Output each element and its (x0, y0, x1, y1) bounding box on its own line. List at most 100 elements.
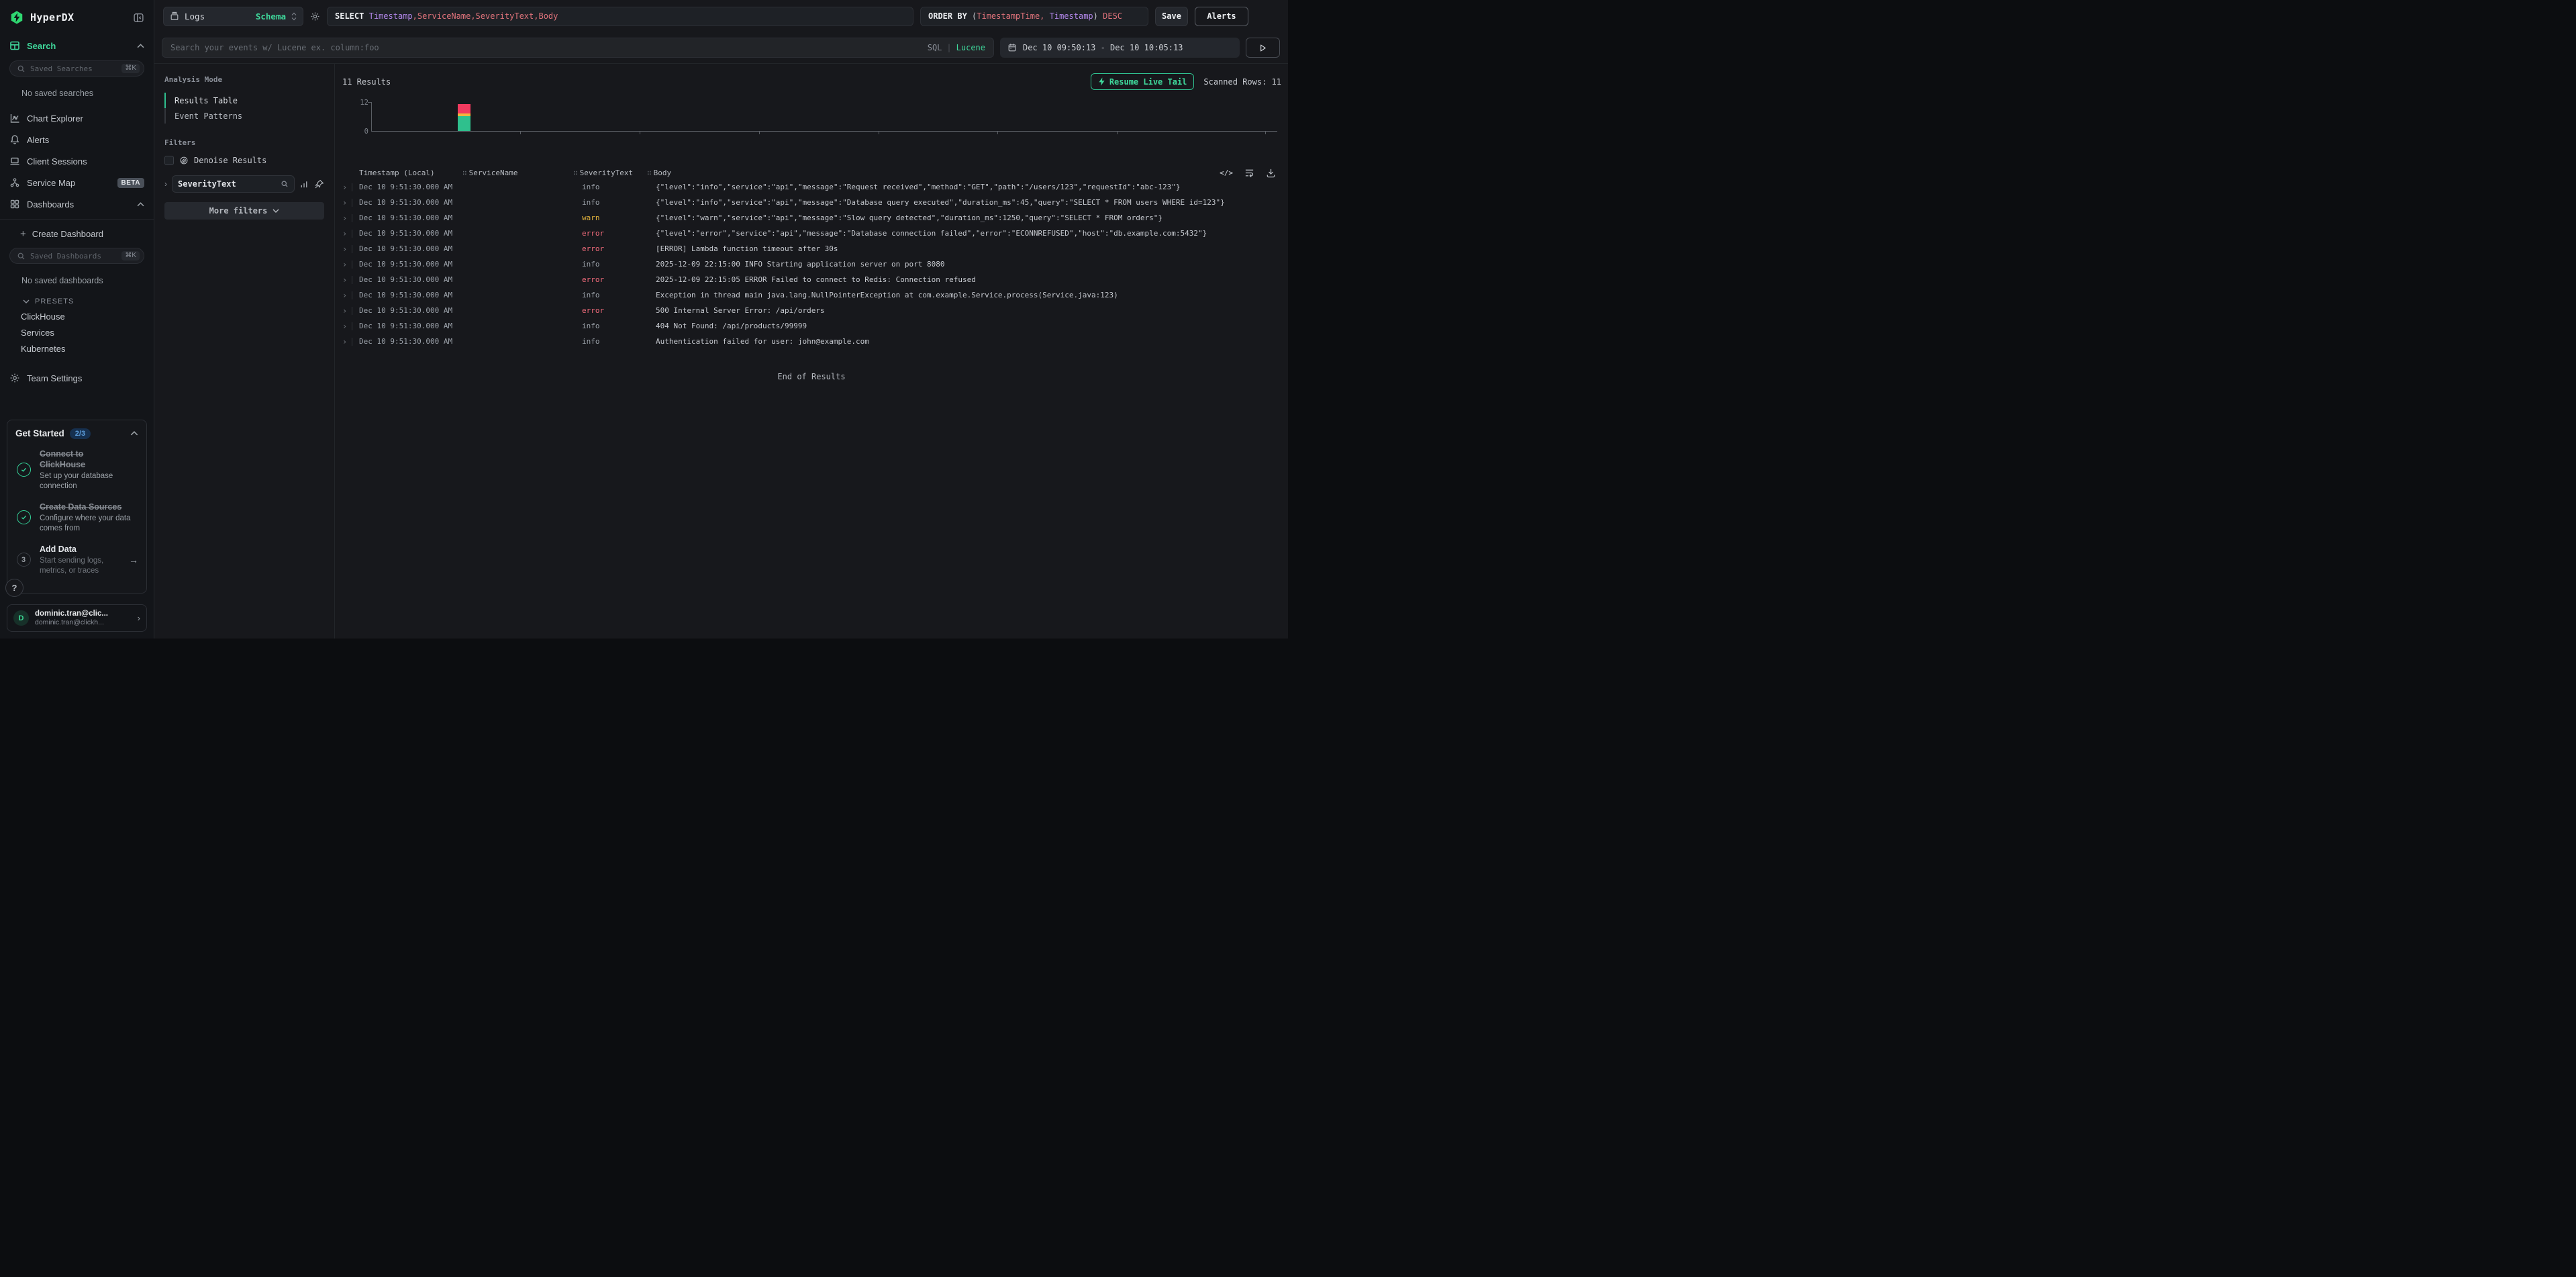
get-started-title: Get Started (15, 428, 64, 438)
sidebar-item-team-settings[interactable]: Team Settings (0, 367, 154, 389)
resume-live-tail-button[interactable]: Resume Live Tail (1091, 73, 1195, 90)
chevron-up-icon[interactable] (137, 202, 144, 207)
presets-toggle[interactable]: PRESETS (0, 295, 154, 308)
row-severity: error (582, 244, 656, 253)
chevron-up-icon[interactable] (137, 44, 144, 48)
get-started-header[interactable]: Get Started 2/3 (15, 428, 138, 439)
step-title: Connect to ClickHouse (40, 448, 131, 471)
select-columns-input[interactable]: SELECT Timestamp ,ServiceName,SeverityTe… (327, 7, 913, 26)
analysis-mode-option[interactable]: Results Table (164, 93, 324, 108)
sidebar-item-service-map[interactable]: Service Map BETA (0, 172, 154, 193)
save-button[interactable]: Save (1155, 7, 1188, 26)
drag-handle-icon[interactable]: ∷ (647, 169, 651, 177)
get-started-step[interactable]: 3 Add Data Start sending logs, metrics, … (15, 544, 138, 575)
table-row[interactable]: › Dec 10 9:51:30.000 AM error 2025-12-09… (335, 272, 1288, 287)
order-by-input[interactable]: ORDER BY (TimestampTime, Timestamp) DESC (920, 7, 1148, 26)
help-button[interactable]: ? (5, 579, 23, 597)
table-row[interactable]: › Dec 10 9:51:30.000 AM info Authenticat… (335, 334, 1288, 349)
chevron-right-icon: › (138, 613, 140, 623)
row-severity: error (582, 229, 656, 238)
row-expand-icon[interactable]: › (342, 338, 347, 346)
row-expand-icon[interactable]: › (342, 214, 347, 222)
severity-field-search[interactable]: SeverityText (172, 175, 295, 193)
chevron-up-icon[interactable] (130, 431, 138, 436)
row-expand-icon[interactable]: › (342, 307, 347, 315)
row-expand-icon[interactable]: › (342, 291, 347, 299)
alerts-button[interactable]: Alerts (1195, 7, 1248, 26)
denoise-checkbox[interactable] (164, 156, 174, 165)
column-header-servicename[interactable]: ∷ServiceName (471, 169, 582, 177)
text-wrap-icon[interactable] (1244, 168, 1254, 178)
table-row[interactable]: › Dec 10 9:51:30.000 AM info 404 Not Fou… (335, 318, 1288, 334)
chevron-right-icon[interactable]: › (164, 179, 167, 189)
create-dashboard-button[interactable]: + Create Dashboard (0, 224, 154, 244)
drag-handle-icon[interactable]: ∷ (462, 169, 466, 177)
pin-icon[interactable] (314, 179, 324, 189)
row-expand-icon[interactable]: › (342, 245, 347, 253)
sidebar-item-chart-explorer[interactable]: Chart Explorer (0, 107, 154, 129)
bar-chart-icon[interactable] (299, 179, 309, 189)
results-count: 11 Results (342, 77, 391, 87)
sql-toggle[interactable]: SQL (928, 43, 942, 52)
order-by-col1: TimestampTime, (977, 11, 1044, 21)
chart-bar[interactable] (458, 104, 470, 131)
run-query-button[interactable] (1246, 38, 1280, 58)
sidebar-item-client-sessions[interactable]: Client Sessions (0, 150, 154, 172)
row-expand-icon[interactable]: › (342, 276, 347, 284)
sidebar-item-dashboards[interactable]: Dashboards (0, 193, 154, 215)
shortcut-badge: ⌘K (121, 64, 140, 73)
get-started-step[interactable]: Create Data Sources Configure where your… (15, 502, 138, 533)
more-filters-button[interactable]: More filters (164, 202, 324, 220)
row-expand-icon[interactable]: › (342, 261, 347, 269)
code-view-icon[interactable]: </> (1220, 169, 1233, 177)
column-header-body[interactable]: ∷Body (656, 169, 1288, 177)
preset-dashboard-item[interactable]: Services (0, 324, 154, 340)
lucene-toggle[interactable]: Lucene (956, 43, 985, 52)
drag-handle-icon[interactable]: ∷ (573, 169, 577, 177)
table-row[interactable]: › Dec 10 9:51:30.000 AM info {"level":"i… (335, 195, 1288, 210)
preset-dashboard-item[interactable]: ClickHouse (0, 308, 154, 324)
sidebar-item-alerts[interactable]: Alerts (0, 129, 154, 150)
row-expand-icon[interactable]: › (342, 322, 347, 330)
column-header-timestamp[interactable]: Timestamp (Local) (359, 169, 471, 177)
table-row[interactable]: › Dec 10 9:51:30.000 AM error 500 Intern… (335, 303, 1288, 318)
denoise-icon (179, 156, 189, 165)
saved-searches-input[interactable]: Saved Searches ⌘K (9, 60, 144, 77)
sidebar-item-search[interactable]: Search (0, 35, 154, 56)
schema-toggle[interactable]: Schema (256, 11, 286, 21)
table-row[interactable]: › Dec 10 9:51:30.000 AM error [ERROR] La… (335, 241, 1288, 256)
no-saved-dashboards: No saved dashboards (0, 276, 154, 285)
download-icon[interactable] (1266, 168, 1276, 178)
progress-badge: 2/3 (70, 428, 91, 439)
table-row[interactable]: › Dec 10 9:51:30.000 AM info {"level":"i… (335, 179, 1288, 195)
lucene-search-input[interactable]: Search your events w/ Lucene ex. column:… (162, 38, 994, 58)
row-expand-icon[interactable]: › (342, 183, 347, 191)
get-started-step[interactable]: Connect to ClickHouse Set up your databa… (15, 448, 138, 491)
preset-dashboard-item[interactable]: Kubernetes (0, 340, 154, 357)
analysis-mode-option[interactable]: Event Patterns (164, 108, 324, 124)
row-severity: warn (582, 214, 656, 222)
saved-dashboards-placeholder: Saved Dashboards (30, 252, 117, 261)
saved-dashboards-input[interactable]: Saved Dashboards ⌘K (9, 248, 144, 264)
column-header-severitytext[interactable]: ∷SeverityText (582, 169, 656, 177)
row-expand-icon[interactable]: › (342, 230, 347, 238)
calendar-icon (1007, 43, 1017, 52)
query-toolbar: Logs Schema SELECT Timestamp ,ServiceNam… (154, 0, 1288, 32)
step-subtitle: Set up your database connection (40, 471, 131, 491)
source-settings-gear-icon[interactable] (310, 11, 320, 21)
order-by-paren-close: ) (1093, 11, 1098, 21)
table-row[interactable]: › Dec 10 9:51:30.000 AM info Exception i… (335, 287, 1288, 303)
row-severity: info (582, 291, 656, 299)
source-selector[interactable]: Logs Schema (163, 7, 303, 26)
table-row[interactable]: › Dec 10 9:51:30.000 AM warn {"level":"w… (335, 210, 1288, 226)
user-account-button[interactable]: D dominic.tran@clic... dominic.tran@clic… (7, 604, 147, 632)
row-severity: info (582, 337, 656, 346)
date-range-picker[interactable]: Dec 10 09:50:13 - Dec 10 10:05:13 (1000, 38, 1240, 58)
table-row[interactable]: › Dec 10 9:51:30.000 AM info 2025-12-09 … (335, 256, 1288, 272)
table-row[interactable]: › Dec 10 9:51:30.000 AM error {"level":"… (335, 226, 1288, 241)
row-body: {"level":"info","service":"api","message… (656, 183, 1288, 191)
sidebar-collapse-icon[interactable] (133, 12, 144, 23)
row-expand-icon[interactable]: › (342, 199, 347, 207)
row-timestamp: Dec 10 9:51:30.000 AM (359, 244, 471, 253)
denoise-results-toggle[interactable]: Denoise Results (164, 156, 324, 165)
